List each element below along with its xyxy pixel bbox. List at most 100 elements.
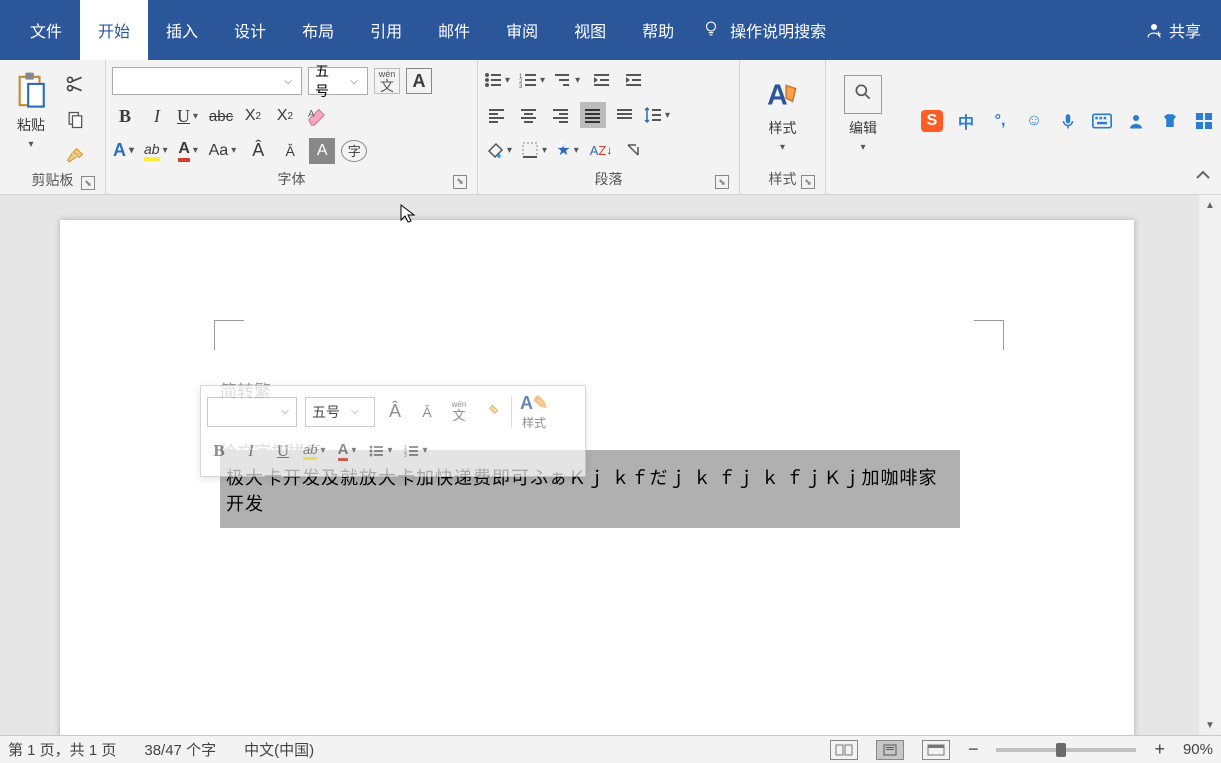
- strikethrough-button[interactable]: abc: [208, 103, 234, 129]
- text-effects-button[interactable]: A▾: [112, 138, 138, 164]
- share-button[interactable]: 共享: [1145, 18, 1201, 42]
- mini-numbering[interactable]: 123▾: [404, 437, 431, 465]
- highlight-button[interactable]: ab▾: [144, 138, 171, 164]
- zoom-in-button[interactable]: +: [1154, 739, 1165, 760]
- ime-punct-button[interactable]: °,: [989, 110, 1011, 132]
- superscript-button[interactable]: X2: [272, 103, 298, 129]
- document-area[interactable]: 简转繁 给文字加拼音 极大卡开发及就放大卡加快递费即可ふぁＫｊ ｋｆだｊ ｋ ｆ…: [0, 195, 1199, 735]
- numbering-button[interactable]: 123▾: [519, 67, 548, 93]
- mini-highlight[interactable]: ab▾: [303, 437, 329, 465]
- align-justify-button[interactable]: [580, 102, 606, 128]
- font-color-button[interactable]: A▾: [177, 138, 203, 164]
- mini-shrink-font[interactable]: Ǎ: [415, 398, 439, 426]
- ime-lang-button[interactable]: 中: [955, 110, 977, 132]
- shading-button[interactable]: ▾: [484, 137, 515, 163]
- view-web-layout[interactable]: [922, 740, 950, 760]
- mini-format-painter[interactable]: [479, 398, 503, 426]
- underline-button[interactable]: U▾: [176, 103, 202, 129]
- tell-me[interactable]: 操作说明搜索: [702, 18, 826, 42]
- borders-button[interactable]: ▾: [521, 137, 550, 163]
- indent-increase-button[interactable]: [621, 67, 647, 93]
- multilevel-button[interactable]: ▾: [554, 67, 583, 93]
- show-marks-button[interactable]: [620, 137, 646, 163]
- vertical-scrollbar[interactable]: ▲ ▼: [1199, 195, 1221, 735]
- align-right-button[interactable]: [548, 102, 574, 128]
- zoom-out-button[interactable]: −: [968, 739, 979, 760]
- styles-button[interactable]: A 样式 ▾: [746, 64, 819, 164]
- line-spacing-button[interactable]: ▾: [644, 102, 673, 128]
- collapse-ribbon-button[interactable]: [1195, 168, 1211, 186]
- mini-font-color[interactable]: A▾: [337, 437, 361, 465]
- dialog-launcher-icon[interactable]: ⬊: [81, 176, 95, 190]
- status-page[interactable]: 第 1 页，共 1 页: [8, 739, 116, 760]
- enclose-char-button[interactable]: 字: [341, 140, 367, 162]
- paste-button[interactable]: 粘贴 ▾: [6, 67, 56, 154]
- font-family-select[interactable]: ⌵: [112, 67, 302, 95]
- status-language[interactable]: 中文(中国): [244, 739, 314, 760]
- phonetic-guide-button[interactable]: wén文: [374, 68, 400, 94]
- scroll-up-button[interactable]: ▲: [1199, 195, 1221, 215]
- italic-button[interactable]: I: [144, 103, 170, 129]
- format-painter-button[interactable]: [62, 143, 88, 169]
- indent-decrease-button[interactable]: [589, 67, 615, 93]
- scroll-down-button[interactable]: ▼: [1199, 715, 1221, 735]
- grow-font-button[interactable]: Â: [245, 138, 271, 164]
- bold-button[interactable]: B: [112, 103, 138, 129]
- cut-button[interactable]: [62, 71, 88, 97]
- ime-emoji-button[interactable]: ☺: [1023, 110, 1045, 132]
- copy-button[interactable]: [62, 107, 88, 133]
- zoom-slider[interactable]: [996, 748, 1136, 752]
- dialog-launcher-icon[interactable]: ⬊: [801, 175, 815, 189]
- view-read-mode[interactable]: [830, 740, 858, 760]
- tab-view[interactable]: 视图: [556, 0, 624, 60]
- align-distribute-button[interactable]: [612, 102, 638, 128]
- tab-mailings[interactable]: 邮件: [420, 0, 488, 60]
- tab-home[interactable]: 开始: [80, 0, 148, 60]
- tab-insert[interactable]: 插入: [148, 0, 216, 60]
- bucket-icon: [484, 141, 504, 159]
- mini-styles[interactable]: A✎ 样式: [520, 398, 548, 426]
- tab-layout[interactable]: 布局: [284, 0, 352, 60]
- tab-design[interactable]: 设计: [216, 0, 284, 60]
- mini-size-select[interactable]: 五号⌵: [305, 397, 375, 427]
- status-word-count[interactable]: 38/47 个字: [144, 739, 216, 760]
- asian-layout-button[interactable]: ★A▾: [556, 137, 582, 163]
- tab-review[interactable]: 审阅: [488, 0, 556, 60]
- mini-grow-font[interactable]: Â: [383, 398, 407, 426]
- change-case-button[interactable]: Aa▾: [209, 138, 240, 164]
- view-print-layout[interactable]: [876, 740, 904, 760]
- ime-toolbox-button[interactable]: [1193, 110, 1215, 132]
- clear-format-button[interactable]: A: [304, 103, 330, 129]
- chevron-down-icon: ⌵: [348, 406, 362, 417]
- tab-help[interactable]: 帮助: [624, 0, 692, 60]
- mini-italic[interactable]: I: [239, 437, 263, 465]
- align-left-button[interactable]: [484, 102, 510, 128]
- mini-font-select[interactable]: ⌵: [207, 397, 297, 427]
- tab-file[interactable]: 文件: [12, 0, 80, 60]
- sogou-icon[interactable]: S: [921, 110, 943, 132]
- zoom-level[interactable]: 90%: [1183, 741, 1213, 758]
- mini-phonetic[interactable]: wén文: [447, 398, 471, 426]
- document-page[interactable]: 简转繁 给文字加拼音 极大卡开发及就放大卡加快递费即可ふぁＫｊ ｋｆだｊ ｋ ｆ…: [60, 220, 1134, 735]
- zoom-knob[interactable]: [1056, 743, 1066, 757]
- align-center-button[interactable]: [516, 102, 542, 128]
- find-button[interactable]: 编辑 ▾: [832, 64, 894, 164]
- tab-references[interactable]: 引用: [352, 0, 420, 60]
- mini-underline[interactable]: U: [271, 437, 295, 465]
- font-size-select[interactable]: 五号⌵: [308, 67, 368, 95]
- sort-button[interactable]: AZ↓: [588, 137, 614, 163]
- shrink-font-button[interactable]: Ǎ: [277, 138, 303, 164]
- char-shading-button[interactable]: A: [309, 138, 335, 164]
- ime-keyboard-button[interactable]: [1091, 110, 1113, 132]
- mini-bold[interactable]: B: [207, 437, 231, 465]
- ime-voice-button[interactable]: [1057, 110, 1079, 132]
- dialog-launcher-icon[interactable]: ⬊: [453, 175, 467, 189]
- ime-skin-button[interactable]: [1159, 110, 1181, 132]
- subscript-button[interactable]: X2: [240, 103, 266, 129]
- svg-text:3: 3: [519, 84, 523, 88]
- char-border-button[interactable]: A: [406, 68, 432, 94]
- ime-person-button[interactable]: [1125, 110, 1147, 132]
- dialog-launcher-icon[interactable]: ⬊: [715, 175, 729, 189]
- bullets-button[interactable]: ▾: [484, 67, 513, 93]
- mini-bullets[interactable]: ▾: [369, 437, 396, 465]
